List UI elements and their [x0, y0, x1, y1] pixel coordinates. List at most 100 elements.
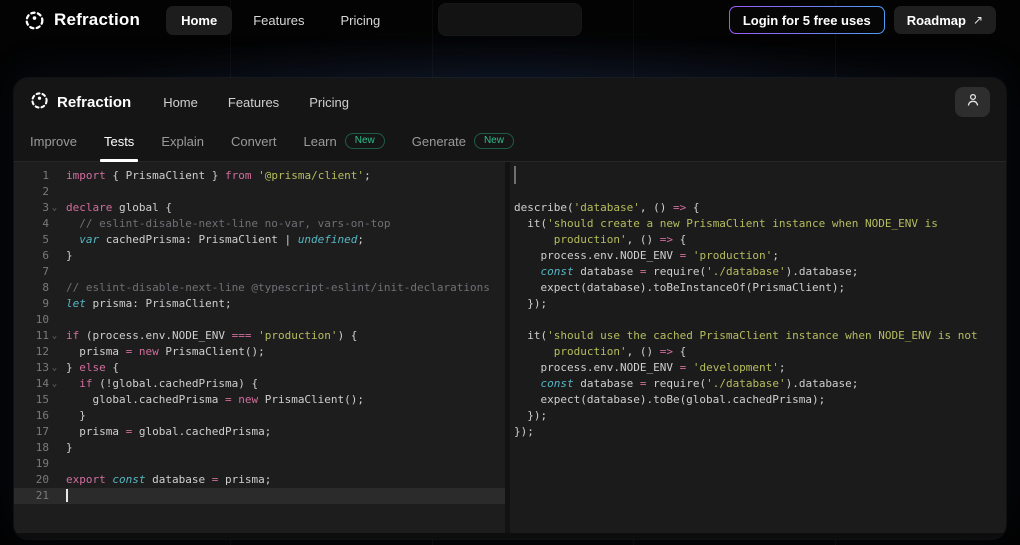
fold-chevron-icon[interactable]: ⌄: [49, 360, 60, 376]
line-number: 19: [35, 457, 49, 470]
fold-chevron-icon[interactable]: ⌄: [49, 200, 60, 216]
output-code-line[interactable]: });: [514, 408, 1006, 424]
site-brand[interactable]: Refraction: [24, 10, 140, 31]
mode-tabs: Improve Tests Explain Convert Learn New …: [14, 126, 1006, 162]
user-icon: [965, 92, 981, 113]
line-number: 9: [42, 297, 49, 310]
tab-learn[interactable]: Learn New: [303, 133, 385, 161]
app-brand-label: Refraction: [57, 93, 132, 111]
refraction-logo-icon: [24, 10, 45, 31]
tab-explain-label: Explain: [161, 134, 204, 149]
line-number: 1: [42, 169, 49, 182]
site-brand-label: Refraction: [54, 10, 141, 29]
code-line[interactable]: 3 ⌄ declare global {: [14, 200, 505, 216]
code-line[interactable]: 1 import { PrismaClient } from '@prisma/c…: [14, 168, 505, 184]
code-editor: 1 import { PrismaClient } from '@prisma/c…: [14, 162, 1006, 533]
output-code-line[interactable]: it('should use the cached PrismaClient i…: [514, 328, 1006, 344]
code-line[interactable]: 17 prisma = global.cachedPrisma;: [14, 424, 505, 440]
tab-improve-label: Improve: [30, 134, 77, 149]
output-code-line[interactable]: it('should create a new PrismaClient ins…: [514, 216, 1006, 232]
code-line[interactable]: 16 }: [14, 408, 505, 424]
nav-home[interactable]: Home: [166, 5, 233, 35]
code-line[interactable]: 20 export const database = prisma;: [14, 472, 505, 488]
source-code-pane[interactable]: 1 import { PrismaClient } from '@prisma/c…: [14, 162, 505, 533]
tab-improve[interactable]: Improve: [30, 134, 77, 161]
code-line[interactable]: 7: [14, 264, 505, 280]
output-code-line[interactable]: process.env.NODE_ENV = 'production';: [514, 248, 1006, 264]
line-number: 2: [42, 185, 49, 198]
fold-chevron-icon[interactable]: ⌄: [49, 376, 60, 392]
output-code-line[interactable]: [514, 184, 1006, 200]
code-line[interactable]: 13 ⌄} else {: [14, 360, 505, 376]
tab-explain[interactable]: Explain: [161, 134, 204, 161]
tab-convert[interactable]: Convert: [231, 134, 277, 161]
app-nav-pricing[interactable]: Pricing: [309, 95, 349, 110]
tab-generate-label: Generate: [411, 133, 466, 149]
output-code-line[interactable]: });: [514, 296, 1006, 312]
text-cursor: [66, 488, 68, 502]
line-number: 8: [42, 281, 49, 294]
output-code-line[interactable]: const database = require('./database').d…: [514, 264, 1006, 280]
faded-hero-button: [438, 3, 582, 36]
line-number: 10: [35, 313, 49, 326]
line-number: 15: [35, 393, 49, 406]
code-line[interactable]: 14 ⌄ if (!global.cachedPrisma) {: [14, 376, 505, 392]
code-line[interactable]: 8// eslint-disable-next-line @typescript…: [14, 280, 505, 296]
app-header: Refraction Home Features Pricing: [14, 78, 1006, 126]
line-number: 7: [42, 265, 49, 278]
output-code-line[interactable]: describe('database', () => {: [514, 200, 1006, 216]
code-line[interactable]: 2: [14, 184, 505, 200]
refraction-logo-icon: [30, 91, 49, 114]
nav-features[interactable]: Features: [238, 6, 319, 35]
tab-tests-label: Tests: [103, 134, 135, 149]
output-code-line[interactable]: expect(database).toBe(global.cachedPrism…: [514, 392, 1006, 408]
app-nav-features[interactable]: Features: [228, 95, 279, 110]
output-code-line[interactable]: const database = require('./database').d…: [514, 376, 1006, 392]
line-number: 5: [42, 233, 49, 246]
output-code-line[interactable]: [514, 166, 1006, 184]
tab-generate[interactable]: Generate New: [412, 133, 514, 161]
code-line[interactable]: 10: [14, 312, 505, 328]
output-code-line[interactable]: [514, 312, 1006, 328]
roadmap-button[interactable]: Roadmap ↗: [893, 6, 996, 34]
code-line[interactable]: 21: [14, 488, 505, 504]
code-line[interactable]: 6}: [14, 248, 505, 264]
site-topbar: Refraction Home Features Pricing Login f…: [0, 0, 1020, 40]
line-number: 16: [35, 409, 49, 422]
line-number: 20: [35, 473, 49, 486]
app-nav: Home Features Pricing: [163, 95, 349, 110]
user-account-button[interactable]: [955, 87, 990, 117]
code-line[interactable]: 5 var cachedPrisma: PrismaClient | undef…: [14, 232, 505, 248]
line-number: 13 ⌄: [14, 360, 60, 376]
code-line[interactable]: 9 let prisma: PrismaClient;: [14, 296, 505, 312]
fold-chevron-icon[interactable]: ⌄: [49, 328, 60, 344]
line-number: 14 ⌄: [14, 376, 60, 392]
new-badge: New: [473, 133, 514, 149]
output-code-line[interactable]: process.env.NODE_ENV = 'development';: [514, 360, 1006, 376]
generated-tests-pane[interactable]: describe('database', () => { it('should …: [510, 162, 1006, 533]
line-number: 17: [35, 425, 49, 438]
new-badge: New: [344, 133, 385, 149]
line-number: 4: [42, 217, 49, 230]
tab-tests[interactable]: Tests: [104, 134, 134, 161]
output-code-line[interactable]: production', () => {: [514, 344, 1006, 360]
output-code-line[interactable]: });: [514, 424, 1006, 440]
tab-convert-label: Convert: [230, 134, 277, 149]
code-line[interactable]: 12 prisma = new PrismaClient();: [14, 344, 505, 360]
code-line[interactable]: 18}: [14, 440, 505, 456]
app-nav-home[interactable]: Home: [163, 95, 198, 110]
external-link-arrow-icon: ↗: [972, 13, 983, 27]
window-footer: [14, 533, 1006, 539]
app-brand[interactable]: Refraction: [30, 91, 131, 114]
topbar-actions: Login for 5 free uses Roadmap ↗: [728, 6, 996, 34]
output-code-line[interactable]: production', () => {: [514, 232, 1006, 248]
code-line[interactable]: 11 ⌄ if (process.env.NODE_ENV === 'product…: [14, 328, 505, 344]
login-button-label: Login for 5 free uses: [729, 7, 884, 33]
tab-learn-label: Learn: [303, 133, 337, 149]
code-line[interactable]: 15 global.cachedPrisma = new PrismaClien…: [14, 392, 505, 408]
code-line[interactable]: 19: [14, 456, 505, 472]
login-button[interactable]: Login for 5 free uses: [728, 6, 885, 34]
output-code-line[interactable]: expect(database).toBeInstanceOf(PrismaCl…: [514, 280, 1006, 296]
nav-pricing[interactable]: Pricing: [326, 6, 396, 35]
code-line[interactable]: 4 // eslint-disable-next-line no-var, va…: [14, 216, 505, 232]
